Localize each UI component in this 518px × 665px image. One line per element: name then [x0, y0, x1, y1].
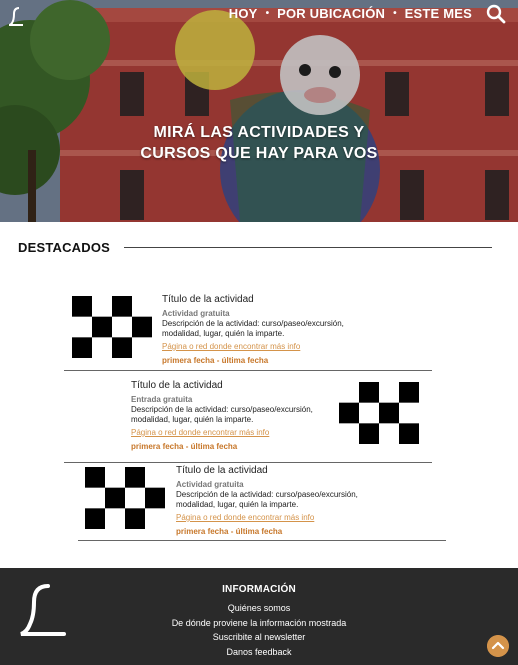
- activity-info: Título de la actividad Actividad gratuit…: [162, 294, 372, 366]
- activity-description: Descripción de la actividad: curso/paseo…: [162, 319, 344, 328]
- activity-link[interactable]: Página o red donde encontrar más info: [162, 342, 372, 352]
- hero-title: MIRÁ LAS ACTIVIDADES Y CURSOS QUE HAY PA…: [0, 122, 518, 164]
- card-divider: [78, 540, 446, 541]
- activity-title: Título de la actividad: [176, 465, 268, 476]
- logo-icon[interactable]: [8, 6, 26, 28]
- hero-title-line-2: CURSOS QUE HAY PARA VOS: [140, 145, 378, 162]
- card-divider: [64, 370, 432, 371]
- activity-info: Título de la actividad Actividad gratuit…: [176, 465, 386, 537]
- activity-dates: primera fecha - última fecha: [131, 442, 238, 451]
- nav-separator: •: [393, 8, 397, 19]
- footer: INFORMACIÓN Quiénes somos De dónde provi…: [0, 568, 518, 665]
- card-divider: [64, 462, 432, 463]
- footer-link-fuente-informacion[interactable]: De dónde proviene la información mostrad…: [150, 616, 368, 631]
- footer-heading: INFORMACIÓN: [222, 584, 296, 595]
- activity-link[interactable]: Página o red donde encontrar más info: [176, 513, 386, 523]
- section-title: DESTACADOS: [18, 240, 111, 255]
- main-nav: HOY • POR UBICACIÓN • ESTE MES: [229, 6, 472, 21]
- activity-image: [339, 382, 419, 444]
- activity-description: modalidad, lugar, quién la imparte.: [162, 329, 285, 338]
- activity-image: [72, 296, 152, 358]
- activity-price: Entrada gratuita: [131, 395, 193, 404]
- activity-description: modalidad, lugar, quién la imparte.: [176, 500, 299, 509]
- activity-dates: primera fecha - última fecha: [176, 527, 283, 536]
- footer-link-feedback[interactable]: Danos feedback: [150, 645, 368, 660]
- nav-hoy[interactable]: HOY: [229, 6, 258, 21]
- activity-price: Actividad gratuita: [162, 309, 230, 318]
- nav-separator: •: [265, 8, 270, 19]
- activity-link[interactable]: Página o red donde encontrar más info: [131, 428, 341, 438]
- chevron-up-icon[interactable]: [487, 635, 509, 657]
- activity-description: modalidad, lugar, quién la imparte.: [131, 415, 254, 424]
- section-divider: [124, 247, 492, 248]
- activity-image: [85, 467, 165, 529]
- footer-link-newsletter[interactable]: Suscribite al newsletter: [150, 630, 368, 645]
- search-icon[interactable]: [486, 4, 506, 24]
- hero-banner: HOY • POR UBICACIÓN • ESTE MES MIRÁ LAS …: [0, 0, 518, 222]
- nav-este-mes[interactable]: ESTE MES: [405, 6, 472, 21]
- activity-info: Título de la actividad Entrada gratuita …: [131, 380, 341, 452]
- hero-title-line-1: MIRÁ LAS ACTIVIDADES Y: [153, 124, 365, 141]
- hero-overlay: [0, 0, 518, 222]
- activity-title: Título de la actividad: [131, 380, 223, 391]
- activity-description: Descripción de la actividad: curso/paseo…: [131, 405, 313, 414]
- footer-link-quienes-somos[interactable]: Quiénes somos: [150, 601, 368, 616]
- activity-dates: primera fecha - última fecha: [162, 356, 269, 365]
- activity-price: Actividad gratuita: [176, 480, 244, 489]
- footer-info: INFORMACIÓN Quiénes somos De dónde provi…: [150, 584, 368, 659]
- activity-title: Título de la actividad: [162, 294, 254, 305]
- logo-icon[interactable]: [18, 582, 66, 640]
- activity-description: Descripción de la actividad: curso/paseo…: [176, 490, 358, 499]
- nav-por-ubicacion[interactable]: POR UBICACIÓN: [277, 6, 385, 21]
